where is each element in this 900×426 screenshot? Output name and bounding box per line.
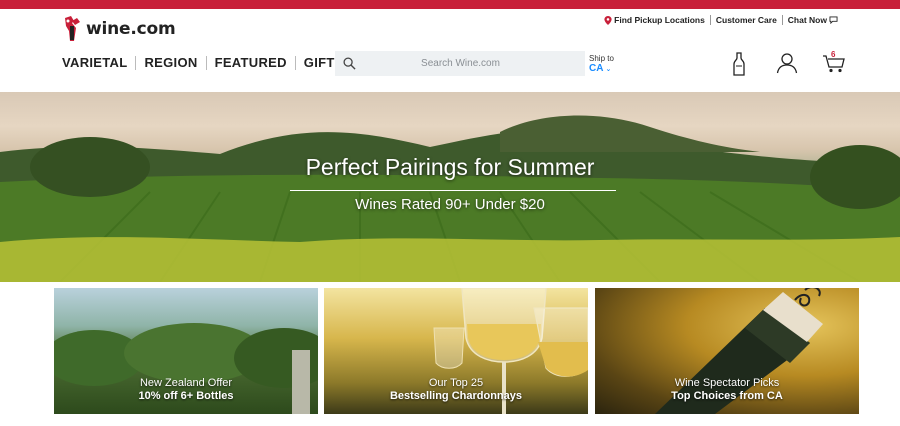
promo-tile-line2: Top Choices from CA xyxy=(671,390,783,402)
customer-care-label: Customer Care xyxy=(715,15,777,25)
cart-count-badge: 6 xyxy=(831,50,836,59)
nav-divider xyxy=(135,55,137,70)
customer-care-link[interactable]: Customer Care xyxy=(716,15,777,25)
top-accent-bar xyxy=(0,0,900,9)
divider xyxy=(709,15,711,25)
promo-tile-line1: Wine Spectator Picks xyxy=(674,377,780,389)
search-input[interactable] xyxy=(356,51,585,76)
nav-region[interactable]: REGION xyxy=(144,55,197,70)
promo-tile-line2: Bestselling Chardonnays xyxy=(389,390,523,402)
chevron-down-icon: ⌄ xyxy=(605,66,612,73)
hero-title: Perfect Pairings for Summer xyxy=(305,154,595,180)
hero-subtitle: Wines Rated 90+ Under $20 xyxy=(355,196,545,213)
chat-now-link[interactable]: Chat Now xyxy=(788,15,838,25)
nav-featured[interactable]: FEATURED xyxy=(215,55,287,70)
wine-bottle-button[interactable] xyxy=(730,52,748,76)
vineyard-hero-image xyxy=(0,115,900,282)
hero-divider xyxy=(290,190,616,191)
ship-to-state: CA xyxy=(589,63,604,74)
find-pickup-label: Find Pickup Locations xyxy=(614,15,705,25)
utility-links: Find Pickup Locations Customer Care Chat… xyxy=(604,15,838,25)
ship-to-selector[interactable]: Ship to CA ⌄ xyxy=(589,54,614,75)
user-icon xyxy=(776,53,798,74)
find-pickup-link[interactable]: Find Pickup Locations xyxy=(604,15,705,25)
wine-com-logo[interactable]: wine.com xyxy=(62,14,176,44)
logo-text: wine.com xyxy=(86,19,176,39)
promo-tile-chardonnays[interactable]: Our Top 25 Bestselling Chardonnays xyxy=(324,288,588,414)
chat-bubble-icon xyxy=(829,16,838,24)
promo-tile-line1: Our Top 25 xyxy=(428,377,484,389)
search-bar xyxy=(335,51,585,76)
chat-now-label: Chat Now xyxy=(787,15,827,25)
promo-tile-line2: 10% off 6+ Bottles xyxy=(138,390,234,402)
account-button[interactable] xyxy=(776,52,798,74)
promo-tile-wine-spectator[interactable]: Wine Spectator Picks Top Choices from CA xyxy=(595,288,859,414)
promo-tile-line1: New Zealand Offer xyxy=(139,377,233,389)
hero-banner[interactable]: Perfect Pairings for Summer Wines Rated … xyxy=(0,92,900,282)
main-nav: VARIETAL REGION FEATURED GIFTS xyxy=(62,55,344,70)
promo-tile-caption: Wine Spectator Picks Top Choices from CA xyxy=(595,377,859,403)
nav-divider xyxy=(205,55,207,70)
logo-mark-icon xyxy=(65,16,80,41)
wine-bottle-icon xyxy=(733,52,745,76)
nav-divider xyxy=(294,55,296,70)
promo-tile-new-zealand[interactable]: New Zealand Offer 10% off 6+ Bottles xyxy=(54,288,318,414)
promo-tile-caption: New Zealand Offer 10% off 6+ Bottles xyxy=(54,377,318,403)
search-icon[interactable] xyxy=(343,57,356,70)
cart-button[interactable]: 6 xyxy=(822,50,846,74)
divider xyxy=(781,15,783,25)
nav-varietal[interactable]: VARIETAL xyxy=(62,55,127,70)
promo-tile-caption: Our Top 25 Bestselling Chardonnays xyxy=(324,377,588,403)
map-pin-icon xyxy=(604,15,612,25)
